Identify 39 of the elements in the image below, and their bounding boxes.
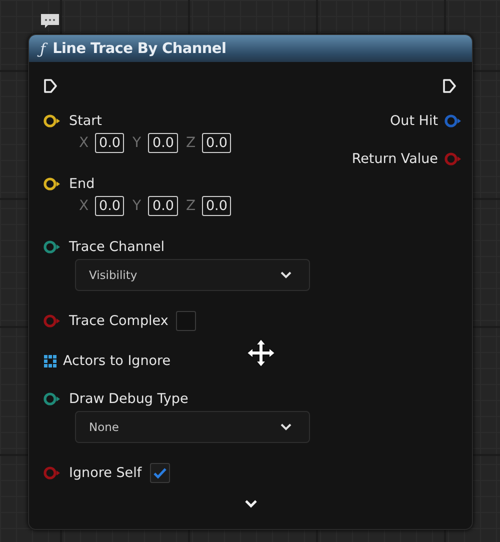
pin-icon[interactable] — [43, 392, 61, 406]
dropdown[interactable]: Visibility — [75, 259, 310, 291]
axis-label: Y — [132, 198, 142, 214]
axis-label: Y — [132, 135, 142, 151]
chevron-down-icon[interactable] — [244, 499, 258, 509]
number-field[interactable]: 0.0 — [148, 133, 178, 153]
checkbox[interactable] — [150, 463, 170, 483]
number-field[interactable]: 0.0 — [95, 133, 124, 153]
move-cursor-icon — [246, 338, 276, 368]
number-field[interactable]: 0.0 — [148, 196, 178, 216]
chevron-down-icon — [280, 423, 292, 431]
pin-label: Draw Debug Type — [69, 391, 188, 407]
number-field[interactable]: 0.0 — [202, 133, 232, 153]
pin-label: Return Value — [352, 151, 438, 167]
pin-label: Out Hit — [390, 113, 438, 129]
pin-label: Actors to Ignore — [63, 353, 171, 369]
pin-icon[interactable] — [43, 177, 61, 191]
array-pin-icon[interactable] — [43, 354, 57, 368]
node-title: Line Trace By Channel — [52, 40, 226, 56]
exec-pin-icon[interactable] — [43, 78, 59, 94]
pin-icon[interactable] — [43, 240, 61, 254]
pin-label: Trace Channel — [69, 239, 165, 255]
axis-label: Z — [186, 198, 197, 214]
pin-label: Ignore Self — [69, 465, 142, 481]
axis-label: X — [79, 198, 90, 214]
checkbox[interactable] — [176, 311, 196, 331]
pin-label: Trace Complex — [69, 313, 168, 329]
axis-label: X — [79, 135, 90, 151]
number-field[interactable]: 0.0 — [95, 196, 124, 216]
number-field[interactable]: 0.0 — [202, 196, 232, 216]
check-icon — [152, 467, 167, 479]
axis-label: Z — [186, 135, 197, 151]
dropdown[interactable]: None — [75, 411, 310, 443]
chevron-down-icon — [280, 271, 292, 279]
pin-icon[interactable] — [43, 114, 61, 128]
pin-label: End — [69, 176, 95, 192]
comment-icon[interactable] — [40, 13, 60, 29]
pin-label: Start — [69, 113, 102, 129]
exec-pin-icon[interactable] — [442, 78, 458, 94]
